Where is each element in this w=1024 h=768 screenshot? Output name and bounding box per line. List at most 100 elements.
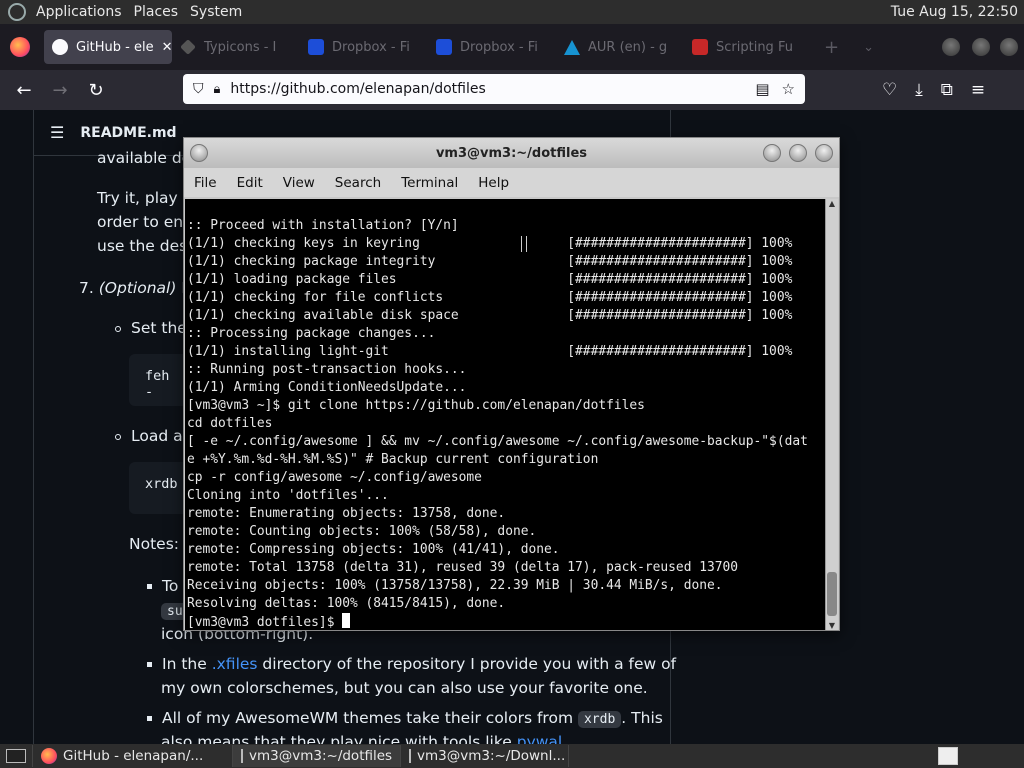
list-item-text: All of my AwesomeWM themes take their co… [162,709,574,727]
clock[interactable]: Tue Aug 15, 22:50 [891,4,1024,20]
taskbar-item-firefox[interactable]: GitHub - elenapan/... [33,745,233,767]
download-icon[interactable]: ⤓ [915,80,923,100]
code-text: feh - [145,368,170,400]
menu-view[interactable]: View [273,175,325,191]
minimize-icon[interactable] [763,144,781,162]
scroll-down-icon[interactable]: ▼ [826,621,838,630]
firefox-icon[interactable] [10,37,30,57]
maximize-icon[interactable] [789,144,807,162]
menu-file[interactable]: File [184,175,227,191]
terminal-menubar: File Edit View Search Terminal Help [184,168,839,197]
maximize-icon[interactable] [972,38,990,56]
list-item-text: directory of the repository I provide yo… [262,655,677,673]
arch-icon [564,39,580,55]
step-7: 7. (Optional) E [79,276,191,300]
paragraph-line: available de [97,149,192,167]
terminal-window[interactable]: vm3@vm3:~/dotfiles File Edit View Search… [183,137,840,631]
pywal-link[interactable]: pywal [517,733,563,744]
terminal-icon [241,749,243,763]
list-item: Set the [115,316,187,340]
list-item-text: Load a [131,427,183,445]
taskbar-item-terminal-dotfiles[interactable]: vm3@vm3:~/dotfiles [233,745,401,767]
tab-dropbox-1[interactable]: Dropbox - Fi [300,30,428,64]
window-menu-icon[interactable] [190,144,208,162]
back-icon[interactable]: ← [6,80,42,101]
terminal-text[interactable]: :: Proceed with installation? [Y/n] (1/1… [187,217,824,632]
typicons-icon [180,39,196,55]
bullet [147,662,152,667]
list-item: Load a [115,424,183,448]
new-tab-icon[interactable]: + [824,37,839,58]
bullet [147,584,152,589]
list-item-text: also means that they play nice with tool… [161,733,512,744]
bullet [115,325,121,332]
github-icon [52,39,68,55]
list-item: To [147,574,178,598]
paragraph-line: use the desk [97,237,197,255]
paragraph-line: order to ena [97,213,193,231]
menu-applications[interactable]: Applications [30,0,128,24]
terminal-output[interactable]: :: Proceed with installation? [Y/n] (1/1… [185,199,826,630]
close-tab-icon[interactable]: ✕ [162,40,172,55]
chevron-down-icon[interactable]: ⌄ [863,40,874,55]
workspace-switcher-icon[interactable] [938,747,958,765]
code-block: xrdb [129,462,189,514]
tab-scripting[interactable]: Scripting Fu [684,30,812,64]
menu-edit[interactable]: Edit [227,175,273,191]
terminal-titlebar[interactable]: vm3@vm3:~/dotfiles [184,138,839,168]
menu-system[interactable]: System [184,0,248,24]
terminal-icon [409,749,411,763]
reader-view-icon[interactable]: ▤ [755,80,769,98]
dropbox-icon [308,39,324,55]
bottom-panel: GitHub - elenapan/... vm3@vm3:~/dotfiles… [0,744,1024,768]
menu-places[interactable]: Places [128,0,185,24]
tab-typicons[interactable]: Typicons - I [172,30,300,64]
menu-terminal[interactable]: Terminal [391,175,468,191]
show-desktop-icon[interactable] [0,745,33,767]
tab-bar: GitHub - ele ✕ Typicons - I Dropbox - Fi… [0,24,1024,70]
terminal-scrollbar[interactable]: ▲ ▼ [825,199,838,630]
tab-dropbox-2[interactable]: Dropbox - Fi [428,30,556,64]
taskbar-item-terminal-downloads[interactable]: vm3@vm3:~/Downl... [401,745,569,767]
text-cursor-icon [521,236,527,252]
code-text: xrdb [145,476,178,492]
bookmark-star-icon[interactable]: ☆ [782,80,795,98]
url-bar[interactable]: ⛉ 🔒︎ https://github.com/elenapan/dotfile… [183,74,805,104]
minimize-icon[interactable] [942,38,960,56]
taskbar-label: vm3@vm3:~/dotfiles [249,748,393,764]
inline-code-text: xrdb [577,711,622,728]
tab-aur[interactable]: AUR (en) - g [556,30,684,64]
extensions-icon[interactable]: ⧉ [941,80,953,100]
hamburger-menu-icon[interactable]: ≡ [971,80,985,100]
list-item: also means that they play nice with tool… [161,730,562,744]
shield-icon[interactable]: ⛉ [193,81,204,97]
tab-label: Dropbox - Fi [332,39,410,55]
menu-help[interactable]: Help [468,175,519,191]
list-item-text: . This [621,709,663,727]
forward-icon[interactable]: → [42,80,78,101]
reload-icon[interactable]: ↻ [78,80,114,101]
taskbar-label: vm3@vm3:~/Downl... [417,748,566,764]
close-icon[interactable] [815,144,833,162]
top-panel: Applications Places System Tue Aug 15, 2… [0,0,1024,24]
menu-search[interactable]: Search [325,175,391,191]
taskbar-label: GitHub - elenapan/... [63,748,204,764]
list-icon[interactable]: ☰ [50,123,64,142]
close-window-icon[interactable] [1000,38,1018,56]
xfiles-link[interactable]: .xfiles [212,655,258,673]
scroll-up-icon[interactable]: ▲ [826,199,838,208]
scrollbar-thumb[interactable] [827,572,837,616]
terminal-title: vm3@vm3:~/dotfiles [435,145,588,161]
pocket-icon[interactable]: ♡ [882,80,897,100]
dropbox-icon [436,39,452,55]
gnome-foot-icon[interactable] [8,3,26,21]
tab-github[interactable]: GitHub - ele ✕ [44,30,172,64]
scripting-icon [692,39,708,55]
bullet [115,433,121,440]
url-text[interactable]: https://github.com/elenapan/dotfiles [230,81,485,97]
step-number: 7. [79,279,94,297]
list-item-text: Set the [131,319,187,337]
tab-label: Dropbox - Fi [460,39,538,55]
list-item-text: my own colorschemes, but you can also us… [161,679,648,697]
lock-icon[interactable]: 🔒︎ [214,82,221,97]
